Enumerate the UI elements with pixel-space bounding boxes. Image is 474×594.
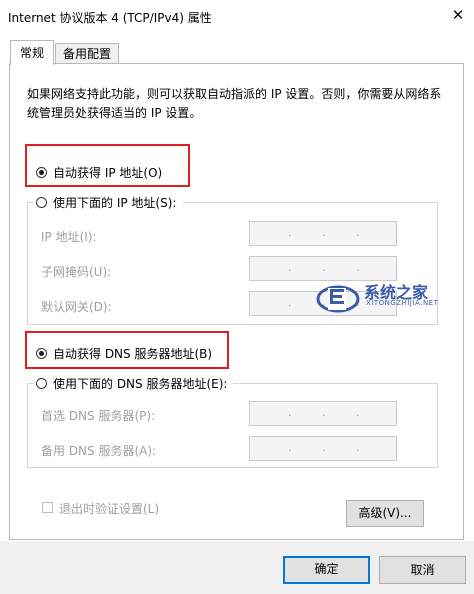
cancel-button[interactable]: 取消: [379, 556, 466, 584]
validate-label: 退出时验证设置(L): [59, 502, 160, 516]
ok-button[interactable]: 确定: [283, 556, 370, 584]
tab-alternate-config[interactable]: 备用配置: [55, 43, 119, 65]
preferred-dns-label: 首选 DNS 服务器(P):: [41, 409, 156, 423]
description-text: 如果网络支持此功能，则可以获取自动指派的 IP 设置。否则，你需要从网络系统管理…: [27, 87, 442, 120]
auto-dns-radio[interactable]: [36, 348, 47, 359]
alternate-dns-field: ...: [249, 436, 397, 461]
auto-ip-label[interactable]: 自动获得 IP 地址(O): [53, 164, 162, 181]
subnet-mask-field: ...: [249, 256, 397, 281]
manual-dns-radio[interactable]: [36, 378, 47, 389]
alternate-dns-label: 备用 DNS 服务器(A):: [41, 444, 157, 458]
subnet-mask-label: 子网掩码(U):: [41, 265, 112, 279]
ip-address-field: ...: [249, 221, 397, 246]
advanced-button[interactable]: 高级(V)...: [346, 500, 424, 527]
watermark-url: XITONGZHIJIA.NET: [366, 299, 439, 307]
validate-checkbox: [42, 502, 53, 513]
auto-dns-label[interactable]: 自动获得 DNS 服务器地址(B): [53, 345, 212, 362]
manual-ip-radio[interactable]: [36, 197, 47, 208]
auto-ip-radio[interactable]: [36, 167, 47, 178]
window-title: Internet 协议版本 4 (TCP/IPv4) 属性: [8, 11, 212, 25]
preferred-dns-field: ...: [249, 401, 397, 426]
manual-dns-label[interactable]: 使用下面的 DNS 服务器地址(E):: [53, 375, 227, 392]
tab-general[interactable]: 常规: [10, 40, 54, 65]
close-icon[interactable]: ✕: [447, 6, 469, 24]
watermark-logo-icon: [314, 280, 360, 316]
default-gateway-label: 默认网关(D):: [41, 300, 112, 314]
manual-ip-label[interactable]: 使用下面的 IP 地址(S):: [53, 194, 176, 211]
ip-address-label: IP 地址(I):: [41, 230, 97, 244]
